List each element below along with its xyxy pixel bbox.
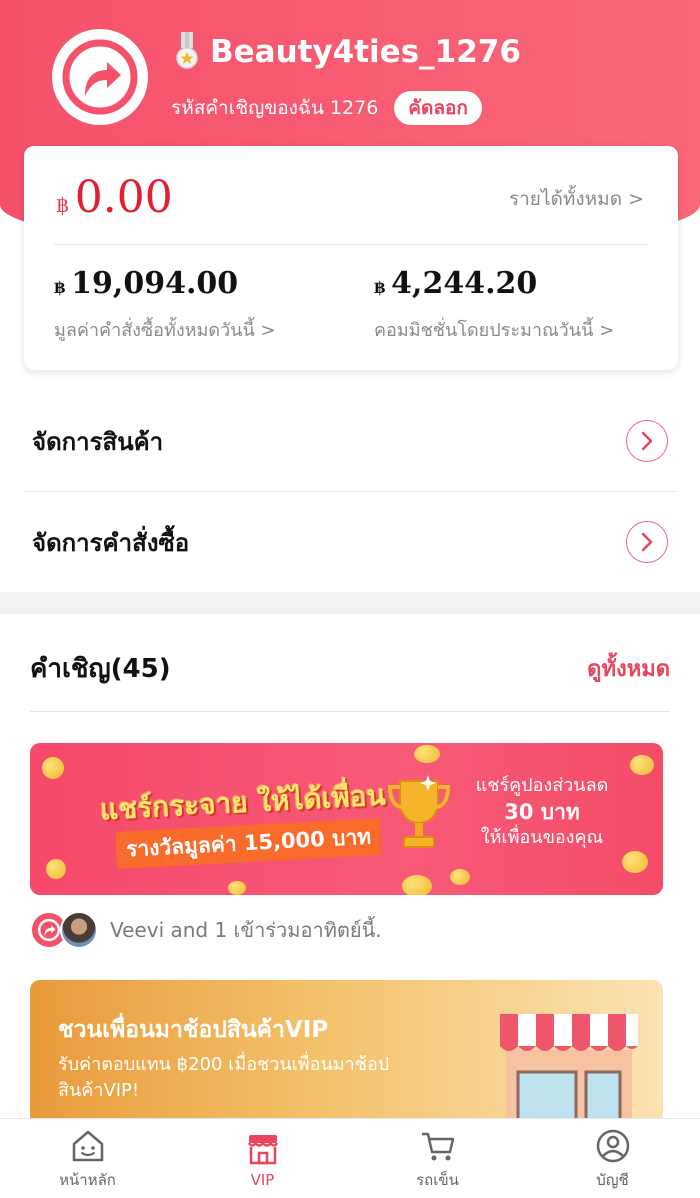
store-icon [500,1014,638,1120]
total-earnings: ฿ 0.00 [56,172,173,223]
coin-icon [622,851,648,873]
total-earnings-link[interactable]: รายได้ทั้งหมด > [509,184,644,214]
avatar [60,911,98,949]
divider [54,244,648,245]
coupon-line-1: แชร์คูปองส่วนลด [475,775,609,796]
see-all-invites-link[interactable]: ดูทั้งหมด [587,651,670,686]
chevron-right-icon[interactable] [626,521,668,563]
joined-members-row[interactable]: Veevi and 1 เข้าร่วมอาทิตย์นี้. [30,910,382,950]
manage-products-row[interactable]: จัดการสินค้า [24,391,678,491]
order-value-label: มูลค่าคำสั่งซื้อทั้งหมดวันนี้ > [54,320,276,341]
earnings-card: ฿ 0.00 รายได้ทั้งหมด > ฿ 19,094.00 มูลค่… [24,146,678,370]
manage-products-label: จัดการสินค้า [32,427,164,456]
coin-icon [450,869,470,885]
share-promo-banner[interactable]: แชร์กระจาย ให้ได้เพื่อน รางวัลมูลค่า 15,… [30,743,663,895]
tab-vip[interactable]: VIP [203,1129,323,1189]
coin-icon [414,745,440,763]
brand-logo-icon [62,39,138,115]
manage-orders-label: จัดการคำสั่งซื้อ [32,528,190,557]
bottom-tab-bar: หน้าหลัก VIP รถเข็น บัญชี [0,1118,700,1198]
tab-cart[interactable]: รถเข็น [378,1126,498,1192]
invite-code-label: รหัสคำเชิญของฉัน 1276 [171,97,379,119]
invites-header: คำเชิญ(45) ดูทั้งหมด [30,640,670,696]
section-separator [0,592,700,614]
cart-icon [421,1132,454,1160]
joined-members-text: Veevi and 1 เข้าร่วมอาทิตย์นี้. [110,918,382,942]
currency-symbol: ฿ [56,193,69,217]
coin-icon [46,859,66,879]
commission-stat[interactable]: ฿ 4,244.20 คอมมิชชั่นโดยประมาณวันนี้ > [374,266,614,344]
vip-referral-banner[interactable]: ชวนเพื่อนมาช้อปสินค้าVIP รับค่าตอบแทน ฿2… [30,980,663,1120]
brand-avatar[interactable] [52,29,148,125]
divider [30,711,670,712]
coupon-line-3: ให้เพื่อนของคุณ [480,827,604,848]
store-icon [247,1134,278,1164]
username-row: Beauty4ties_1276 [174,28,521,76]
invite-code-row: รหัสคำเชิญของฉัน 1276 คัดลอก [171,90,482,126]
trophy-icon [387,775,451,848]
medal-icon [176,32,198,69]
manage-orders-row[interactable]: จัดการคำสั่งซื้อ [24,492,678,592]
tab-account[interactable]: บัญชี [553,1126,673,1192]
copy-invite-code-button[interactable]: คัดลอก [394,91,482,125]
home-icon [72,1130,103,1161]
vip-banner-title: ชวนเพื่อนมาช้อปสินค้าVIP [58,1017,329,1043]
total-earnings-amount: 0.00 [74,172,173,223]
chevron-right-icon[interactable] [626,420,668,462]
currency-symbol: ฿ [374,278,386,297]
coupon-amount: 30 บาท [504,800,580,824]
order-value-stat[interactable]: ฿ 19,094.00 มูลค่าคำสั่งซื้อทั้งหมดวันนี… [54,266,276,344]
coin-icon [228,881,246,895]
brand-logo-icon [37,918,61,942]
commission-amount: 4,244.20 [391,266,538,301]
vip-banner-description: รับค่าตอบแทน ฿200 เมื่อชวนเพื่อนมาช้อปสิ… [58,1054,390,1101]
coin-icon [402,875,432,895]
invites-title: คำเชิญ(45) [30,653,171,684]
tab-cart-label: รถเข็น [416,1170,459,1189]
tab-home-label: หน้าหลัก [59,1170,116,1189]
currency-symbol: ฿ [54,278,66,297]
account-icon [596,1129,629,1162]
coin-icon [42,757,64,779]
tab-account-label: บัญชี [596,1170,629,1189]
order-value-amount: 19,094.00 [71,266,239,301]
tab-home[interactable]: หน้าหลัก [28,1126,148,1192]
coupon-offer: แชร์คูปองส่วนลด 30 บาท ให้เพื่อนของคุณ [452,773,632,851]
coin-icon [630,755,654,775]
commission-label: คอมมิชชั่นโดยประมาณวันนี้ > [374,320,615,341]
tab-vip-label: VIP [250,1170,275,1189]
username: Beauty4ties_1276 [210,34,521,70]
